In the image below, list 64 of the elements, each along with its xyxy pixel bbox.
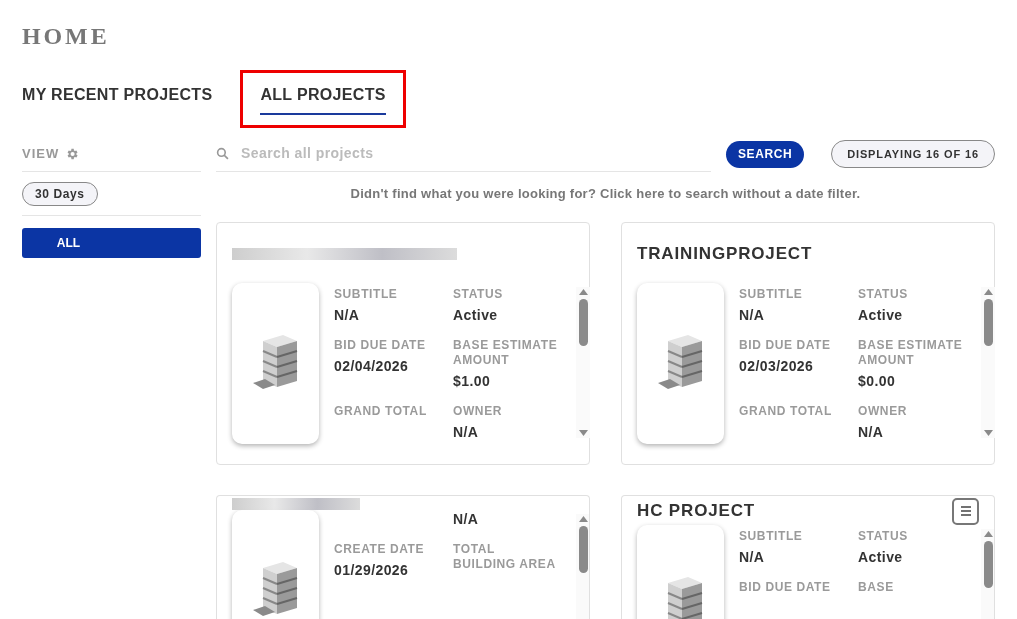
scroll-thumb[interactable] xyxy=(578,298,588,346)
search-button[interactable]: SEARCH xyxy=(726,140,805,168)
search-without-filter-link[interactable]: Didn't find what you were looking for? Click here to search without a date filter. xyxy=(350,184,861,204)
field-value: Active xyxy=(858,547,904,566)
scroll-thumb[interactable] xyxy=(578,525,588,573)
field-label: STATUS xyxy=(858,286,909,302)
scroll-thumb[interactable] xyxy=(983,540,993,588)
field-value: N/A xyxy=(739,305,766,324)
field-value: $0.00 xyxy=(858,371,897,390)
field-value: N/A xyxy=(334,305,361,324)
view-label: VIEW xyxy=(22,144,60,163)
field-value: $1.00 xyxy=(453,371,492,390)
page-title: HOME xyxy=(22,22,111,51)
field-label: OWNER xyxy=(858,403,908,419)
field-label: SUBTITLE xyxy=(739,286,804,302)
field-value: N/A xyxy=(453,509,480,528)
field-value: Active xyxy=(858,305,904,324)
date-range-chip[interactable]: 30 Days xyxy=(22,181,98,206)
field-label: BASE ESTIMATE AMOUNT xyxy=(858,337,964,368)
project-card[interactable]: HC PROJECT SUBTITLE N/A STATUS Active BID DUE DATE BASE xyxy=(621,494,995,619)
field-label: SUBTITLE xyxy=(739,528,804,544)
menu-icon xyxy=(959,506,972,516)
field-label: GRAND TOTAL xyxy=(739,403,833,419)
field-value: 02/04/2026 xyxy=(334,356,410,375)
up-arrow-icon[interactable] xyxy=(983,530,993,537)
project-card[interactable]: TRAININGPROJECT SUBTITLE N/A STATUS Active BID DUE DATE 02/03/2026 BASE ESTIMATE AMOUNT $0.00 GRAND TOTAL OWNER N/A xyxy=(621,221,995,465)
field-label: BID DUE DATE xyxy=(739,337,832,353)
field-label: SUBTITLE xyxy=(334,286,399,302)
result-count-chip[interactable]: DISPLAYING 16 OF 16 xyxy=(831,140,995,168)
field-label: BID DUE DATE xyxy=(739,579,832,595)
field-label: BASE ESTIMATE AMOUNT xyxy=(453,337,559,368)
tab[interactable]: MY RECENT PROJECTS xyxy=(22,83,213,115)
tab[interactable]: ALL PROJECTS xyxy=(260,83,386,115)
scroll-bar[interactable] xyxy=(576,286,590,438)
down-arrow-icon[interactable] xyxy=(578,429,588,436)
field-value: N/A xyxy=(739,547,766,566)
search-icon xyxy=(216,147,229,160)
field-value: 02/03/2026 xyxy=(739,356,815,375)
field-label: OWNER xyxy=(453,403,503,419)
scroll-thumb[interactable] xyxy=(983,298,993,346)
menu-button[interactable] xyxy=(952,497,979,525)
filter-item[interactable]: ALL xyxy=(22,228,201,258)
field-label: CREATE DATE xyxy=(334,541,426,557)
project-title[interactable]: HC PROJECT xyxy=(637,498,756,524)
project-card[interactable]: SUBTITLE N/A STATUS Active BID DUE DATE 02/04/2026 BASE ESTIMATE AMOUNT $1.00 GRAND TOTAL OWNER N/A xyxy=(216,221,590,465)
field-label: GRAND TOTAL xyxy=(334,403,428,419)
settings-icon[interactable] xyxy=(65,146,80,161)
up-arrow-icon[interactable] xyxy=(983,288,993,295)
field-label: STATUS xyxy=(453,286,504,302)
down-arrow-icon[interactable] xyxy=(983,429,993,436)
field-value: N/A xyxy=(453,422,480,441)
field-label: TOTAL BUILDING AREA xyxy=(453,541,557,572)
up-arrow-icon[interactable] xyxy=(578,288,588,295)
scroll-bar[interactable] xyxy=(981,286,995,438)
project-title[interactable]: TRAININGPROJECT xyxy=(637,240,813,267)
search-field[interactable]: Search all projects xyxy=(241,143,711,164)
field-value: Active xyxy=(453,305,499,324)
field-value: 01/29/2026 xyxy=(334,560,410,579)
field-value: N/A xyxy=(858,422,885,441)
field-label: BASE xyxy=(858,579,895,595)
up-arrow-icon[interactable] xyxy=(578,515,588,522)
field-label: BID DUE DATE xyxy=(334,337,427,353)
project-card[interactable]: N/A CREATE DATE 01/29/2026 TOTAL BUILDING AREA xyxy=(216,494,590,619)
field-label: STATUS xyxy=(858,528,909,544)
